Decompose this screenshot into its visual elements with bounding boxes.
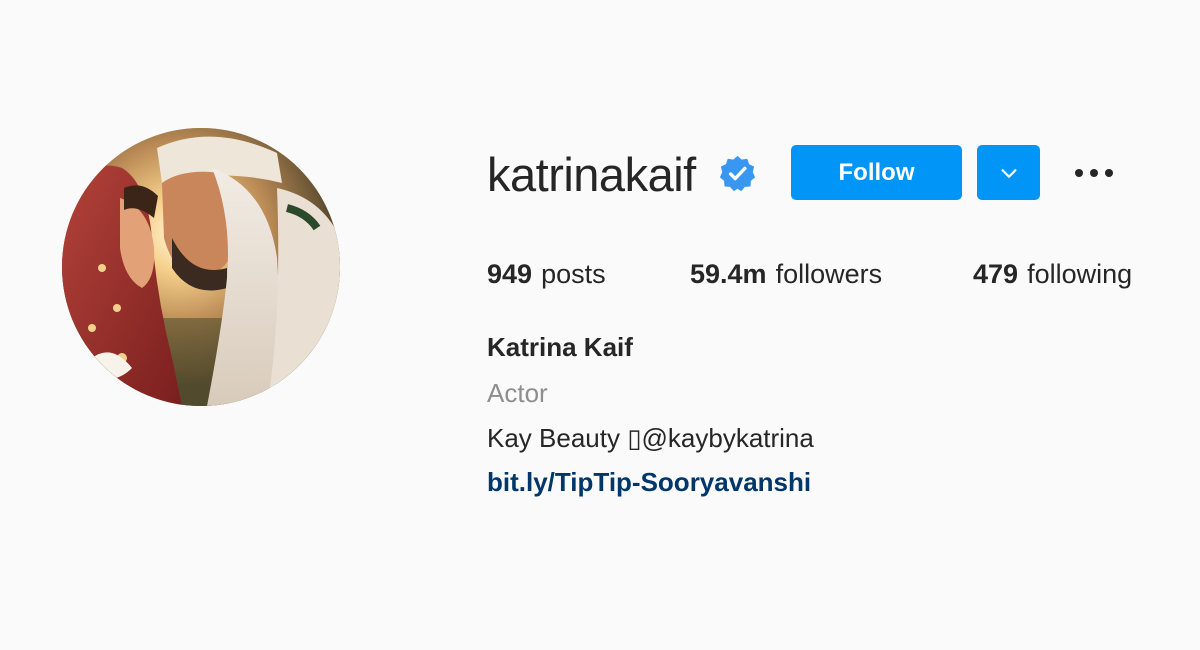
- bio-website-link[interactable]: bit.ly/TipTip-Sooryavanshi: [487, 467, 811, 498]
- posts-count: 949 posts: [487, 254, 606, 294]
- following-count-value: 479: [973, 258, 1019, 289]
- following-count-label: following: [1027, 258, 1133, 289]
- followers-count-label: followers: [775, 258, 883, 289]
- profile-username: katrinakaif: [487, 147, 696, 201]
- followers-link[interactable]: 59.4m followers: [690, 254, 882, 294]
- chevron-down-icon: [1000, 168, 1017, 178]
- verified-badge-icon: [719, 155, 756, 192]
- more-options-icon: [1075, 169, 1113, 177]
- follow-button[interactable]: Follow: [791, 145, 962, 200]
- followers-count-value: 59.4m: [690, 258, 767, 289]
- profile-full-name: Katrina Kaif: [487, 332, 633, 362]
- following-link[interactable]: 479 following: [973, 254, 1132, 294]
- posts-count-label: posts: [541, 258, 606, 289]
- profile-category: Actor: [487, 378, 548, 408]
- more-options-button[interactable]: [1070, 158, 1118, 188]
- bio-text: Kay Beauty ▯@kaybykatrina: [487, 423, 814, 453]
- suggested-accounts-dropdown-button[interactable]: [977, 145, 1040, 200]
- profile-avatar[interactable]: [62, 128, 340, 406]
- profile-photo: [62, 128, 340, 406]
- posts-count-value: 949: [487, 258, 533, 289]
